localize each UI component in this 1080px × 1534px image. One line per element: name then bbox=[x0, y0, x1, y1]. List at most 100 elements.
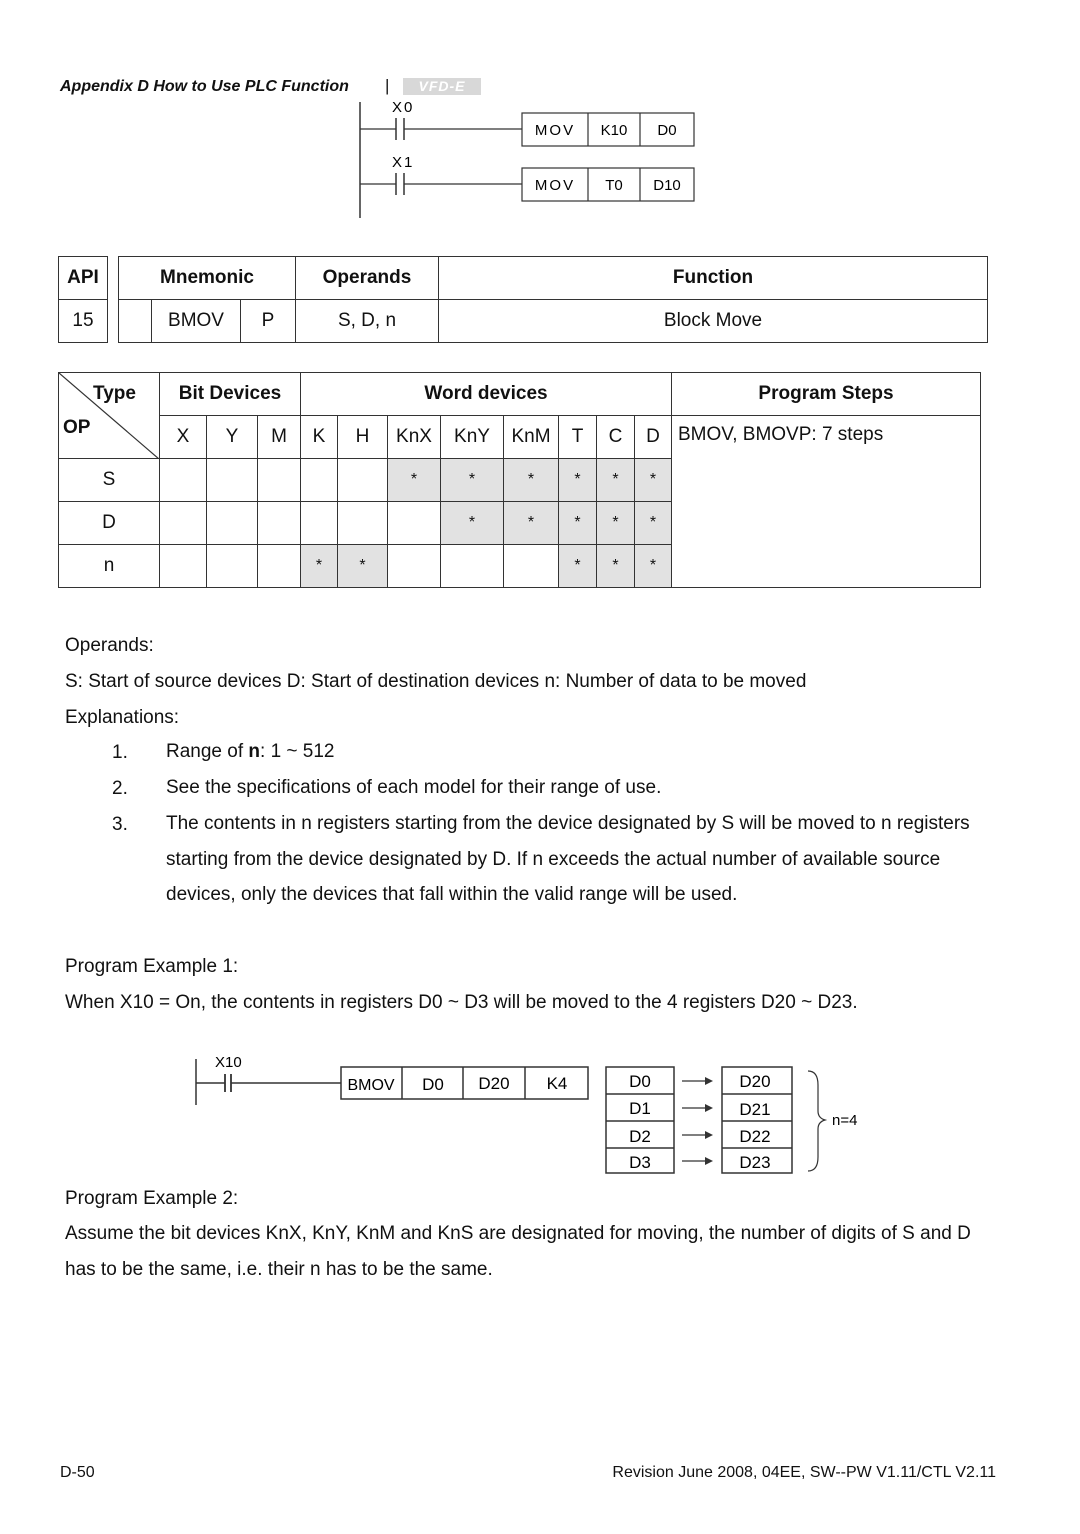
vfd-e-logo: VFD-E bbox=[403, 78, 481, 95]
cell: * bbox=[558, 458, 597, 502]
cell bbox=[503, 544, 559, 588]
instruction-arg: K10 bbox=[601, 122, 628, 139]
cell: * bbox=[596, 544, 635, 588]
operands-description: S: Start of source devices D: Start of d… bbox=[65, 671, 807, 692]
col-header: KnM bbox=[503, 415, 559, 459]
arrow-right-icon bbox=[705, 1077, 713, 1085]
example1-description: When X10 = On, the contents in registers… bbox=[65, 992, 858, 1013]
cell bbox=[159, 544, 207, 588]
page-header-title: Appendix D How to Use PLC Function bbox=[60, 78, 349, 95]
cell bbox=[387, 501, 441, 545]
header-separator: | bbox=[385, 76, 390, 95]
program-steps-value: BMOV, BMOVP: 7 steps bbox=[671, 415, 981, 588]
cell bbox=[159, 501, 207, 545]
list-item: See the specifications of each model for… bbox=[166, 777, 662, 798]
row-op: D bbox=[58, 501, 160, 545]
contact-label: X0 bbox=[392, 99, 414, 116]
contact-label: X1 bbox=[392, 154, 414, 171]
cell bbox=[159, 458, 207, 502]
cell: * bbox=[387, 458, 441, 502]
dest-register: D22 bbox=[739, 1127, 770, 1146]
source-register: D3 bbox=[629, 1153, 651, 1172]
dest-register: D21 bbox=[739, 1100, 770, 1119]
row-op: S bbox=[58, 458, 160, 502]
api-number: 15 bbox=[58, 299, 108, 343]
list-item-number: 3. bbox=[112, 814, 128, 835]
arrow-icons bbox=[682, 1077, 713, 1165]
col-header: M bbox=[257, 415, 301, 459]
cell bbox=[257, 544, 301, 588]
arrow-right-icon bbox=[705, 1157, 713, 1165]
instruction-arg: K4 bbox=[547, 1074, 568, 1093]
col-header: H bbox=[337, 415, 388, 459]
cell: * bbox=[634, 458, 672, 502]
function-value: Block Move bbox=[438, 299, 988, 343]
operand-type-table: Type OP Bit Devices Word devices Program… bbox=[58, 372, 981, 588]
cell bbox=[387, 544, 441, 588]
mnemonic-prefix bbox=[118, 299, 152, 343]
cell bbox=[257, 501, 301, 545]
api-header: API bbox=[58, 256, 108, 300]
cell bbox=[300, 501, 338, 545]
dest-register: D20 bbox=[739, 1072, 770, 1091]
cell: * bbox=[300, 544, 338, 588]
revision-info: Revision June 2008, 04EE, SW--PW V1.11/C… bbox=[612, 1464, 996, 1481]
cell: * bbox=[440, 501, 504, 545]
source-register: D1 bbox=[629, 1099, 651, 1118]
cell: * bbox=[558, 544, 597, 588]
cell: * bbox=[440, 458, 504, 502]
cell bbox=[206, 544, 258, 588]
type-label: Type bbox=[93, 383, 136, 404]
cell bbox=[440, 544, 504, 588]
list-item: The contents in n registers starting fro… bbox=[166, 813, 970, 905]
rung-1: X0 MOV K10 D0 bbox=[360, 99, 695, 147]
cell: * bbox=[596, 501, 635, 545]
col-header: C bbox=[596, 415, 635, 459]
cell bbox=[300, 458, 338, 502]
cell bbox=[337, 458, 388, 502]
explanations-heading: Explanations: bbox=[65, 707, 180, 728]
col-header: D bbox=[634, 415, 672, 459]
instruction-op: MOV bbox=[535, 177, 575, 194]
page-number: D-50 bbox=[60, 1464, 95, 1481]
ladder-diagram-top: X0 MOV K10 D0 X1 MOV T0 D10 bbox=[359, 99, 695, 218]
source-register: D2 bbox=[629, 1127, 651, 1146]
col-header: Y bbox=[206, 415, 258, 459]
instruction-arg: D0 bbox=[657, 122, 676, 139]
brace-label: n=4 bbox=[832, 1112, 857, 1129]
col-header: K bbox=[300, 415, 338, 459]
source-registers: D0 D1 D2 D3 bbox=[605, 1066, 675, 1174]
contact-label: X10 bbox=[215, 1054, 242, 1071]
operands-header: Operands bbox=[295, 256, 439, 300]
cell bbox=[257, 458, 301, 502]
cell bbox=[206, 458, 258, 502]
type-op-corner: Type OP bbox=[58, 372, 160, 459]
col-header: X bbox=[159, 415, 207, 459]
word-devices-header: Word devices bbox=[300, 372, 672, 416]
cell: * bbox=[634, 544, 672, 588]
cell: * bbox=[503, 501, 559, 545]
bit-devices-header: Bit Devices bbox=[159, 372, 301, 416]
operands-heading: Operands: bbox=[65, 635, 154, 656]
example1-ladder-diagram: X10 BMOV D0 D20 K4 D0 D1 D2 D3 D20 D21 D… bbox=[195, 1054, 857, 1174]
cell: * bbox=[503, 458, 559, 502]
api-table: API Mnemonic Operands Function 15 BMOV P… bbox=[58, 256, 988, 343]
op-label: OP bbox=[63, 417, 91, 438]
list-item: Range of n: 1 ~ 512 bbox=[166, 741, 335, 762]
cell: * bbox=[337, 544, 388, 588]
list-item-number: 1. bbox=[112, 742, 128, 763]
col-header: KnY bbox=[440, 415, 504, 459]
mnemonic-value: BMOV bbox=[151, 299, 241, 343]
arrow-right-icon bbox=[705, 1104, 713, 1112]
arrow-right-icon bbox=[705, 1131, 713, 1139]
destination-registers: D20 D21 D22 D23 bbox=[721, 1066, 793, 1174]
cell: * bbox=[558, 501, 597, 545]
function-header: Function bbox=[438, 256, 988, 300]
instruction-arg: T0 bbox=[605, 177, 623, 194]
instruction-op: MOV bbox=[535, 122, 575, 139]
cell: * bbox=[634, 501, 672, 545]
operands-value: S, D, n bbox=[295, 299, 439, 343]
col-header: KnX bbox=[387, 415, 441, 459]
instruction-arg: D0 bbox=[422, 1075, 444, 1094]
list-item-number: 2. bbox=[112, 778, 128, 799]
